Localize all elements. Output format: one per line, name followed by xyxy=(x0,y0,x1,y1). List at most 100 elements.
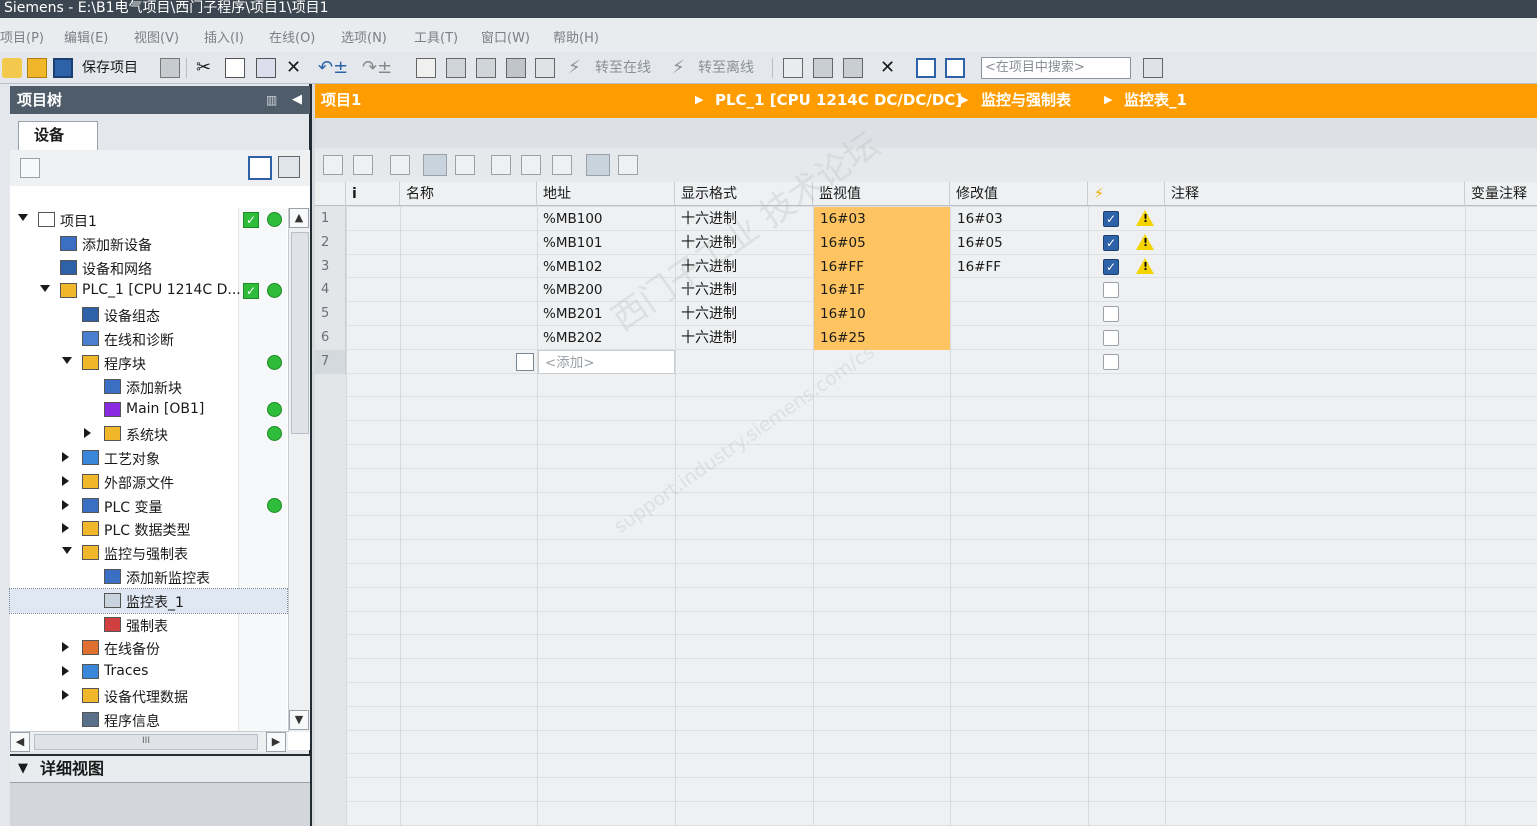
tree-horizontal-scrollbar[interactable]: ◀ III ▶ xyxy=(10,731,288,752)
address-cell[interactable]: %MB101 xyxy=(537,231,675,255)
start-cpu-icon[interactable] xyxy=(813,58,833,78)
upload-icon[interactable] xyxy=(476,58,496,78)
tree-item[interactable]: Traces xyxy=(10,660,287,684)
row-number[interactable]: 4 xyxy=(315,278,346,303)
accessible-devices-icon[interactable] xyxy=(783,58,803,78)
tree-vertical-scrollbar[interactable]: ▲ ▼ xyxy=(288,208,310,732)
tree-item[interactable]: 程序块 xyxy=(10,351,287,375)
overview-icon[interactable] xyxy=(248,156,272,180)
tree-options-icon[interactable] xyxy=(20,158,40,178)
tree-item[interactable]: 添加新设备 xyxy=(10,232,287,256)
address-cell[interactable]: %MB100 xyxy=(537,207,675,231)
monitor-trigger-icon[interactable] xyxy=(521,155,541,175)
modify-value-cell[interactable] xyxy=(951,326,1088,350)
horizontal-scroll-thumb[interactable]: III xyxy=(34,734,258,750)
chevron-down-icon[interactable]: ▼ xyxy=(18,756,28,782)
breadcrumb-watch-force[interactable]: 监控与强制表 xyxy=(981,84,1071,116)
breadcrumb-plc[interactable]: PLC_1 [CPU 1214C DC/DC/DC] xyxy=(715,84,962,116)
expand-right-icon[interactable] xyxy=(62,475,69,486)
delete-icon[interactable]: ✕ xyxy=(286,57,301,79)
row-number[interactable]: 1 xyxy=(315,207,346,231)
menu-window[interactable]: 窗口(W) xyxy=(481,27,530,46)
modify-value-cell[interactable] xyxy=(951,278,1088,302)
display-format-cell[interactable]: 十六进制 xyxy=(675,326,813,350)
modify-checkbox[interactable] xyxy=(1103,282,1119,299)
tree-item[interactable]: 外部源文件 xyxy=(10,470,287,494)
expand-right-icon[interactable] xyxy=(62,666,69,677)
modify-checkbox[interactable]: ✓ xyxy=(1103,211,1119,227)
tree-item[interactable]: 在线和诊断 xyxy=(10,327,287,351)
menu-insert[interactable]: 插入(I) xyxy=(204,27,244,46)
expand-down-icon[interactable] xyxy=(40,285,50,293)
project-search-input[interactable]: <在项目中搜索> xyxy=(981,57,1131,79)
scroll-down-icon[interactable]: ▼ xyxy=(289,710,309,730)
show-extended-icon[interactable] xyxy=(586,154,610,176)
new-project-icon[interactable] xyxy=(2,58,22,78)
display-format-cell[interactable]: 十六进制 xyxy=(675,302,813,326)
tree-item[interactable]: 添加新监控表 xyxy=(10,565,287,589)
simulation-icon[interactable] xyxy=(506,58,526,78)
open-project-icon[interactable] xyxy=(27,58,47,78)
tree-item[interactable]: 设备和网络 xyxy=(10,256,287,280)
expand-right-icon[interactable] xyxy=(62,499,69,510)
row-number[interactable]: 3 xyxy=(315,254,346,279)
stop-cpu-icon[interactable] xyxy=(843,58,863,78)
row-number[interactable]: 2 xyxy=(315,230,346,255)
force-icon[interactable] xyxy=(552,155,572,175)
modify-checkbox[interactable]: ✓ xyxy=(1103,258,1119,275)
address-cell[interactable]: %MB202 xyxy=(537,326,675,350)
insert-row-icon[interactable] xyxy=(323,155,343,175)
download-icon[interactable] xyxy=(446,58,466,78)
modify-value-cell[interactable]: 16#05 xyxy=(951,231,1088,255)
save-project-button[interactable]: 保存项目 xyxy=(82,57,138,79)
search-binoculars-icon[interactable] xyxy=(1143,58,1163,78)
modify-checkbox[interactable] xyxy=(1103,330,1119,346)
menu-options[interactable]: 选项(N) xyxy=(341,27,387,46)
tree-item[interactable]: 工艺对象 xyxy=(10,446,287,470)
copy-icon[interactable] xyxy=(225,58,245,78)
scroll-up-icon[interactable]: ▲ xyxy=(289,208,309,228)
enable-peripheral-icon[interactable] xyxy=(455,155,475,175)
go-offline-icon[interactable]: ⚡ xyxy=(672,57,685,79)
modify-value-cell[interactable]: 16#FF xyxy=(951,255,1088,279)
tree-item[interactable]: Main [OB1] xyxy=(10,398,287,422)
menu-project[interactable]: 项目(P) xyxy=(0,27,44,46)
tree-item[interactable]: 监控表_1 xyxy=(9,587,288,614)
go-online-button[interactable]: 转至在线 xyxy=(595,57,651,79)
monitor-once-icon[interactable] xyxy=(491,155,511,175)
menu-help[interactable]: 帮助(H) xyxy=(553,27,599,46)
scroll-thumb[interactable] xyxy=(291,232,309,434)
expand-right-icon[interactable] xyxy=(62,452,69,462)
expand-right-icon[interactable] xyxy=(62,523,69,534)
tree-item[interactable]: 系统块 xyxy=(10,422,287,446)
expand-down-icon[interactable] xyxy=(62,356,72,364)
tree-item[interactable]: PLC_1 [CPU 1214C D... ✓ xyxy=(10,279,287,303)
modify-trigger-icon[interactable] xyxy=(423,154,447,176)
expand-down-icon[interactable] xyxy=(62,547,72,555)
tree-item[interactable]: 监控与强制表 xyxy=(10,541,287,565)
split-vertical-icon[interactable] xyxy=(945,58,965,78)
undo-icon[interactable]: ↶± xyxy=(318,57,348,79)
refresh-tree-icon[interactable] xyxy=(278,156,300,178)
row-number[interactable]: 7 xyxy=(315,349,346,374)
modify-value-cell[interactable]: 16#03 xyxy=(951,207,1088,231)
menu-online[interactable]: 在线(O) xyxy=(269,27,315,46)
detail-view-header[interactable]: ▼ 详细视图 xyxy=(10,754,310,782)
print-icon[interactable] xyxy=(160,58,180,78)
go-offline-button[interactable]: 转至离线 xyxy=(698,57,754,79)
tab-devices[interactable]: 设备 xyxy=(18,121,98,150)
tree-item[interactable]: 设备代理数据 xyxy=(10,684,287,708)
address-picker-icon[interactable] xyxy=(516,352,534,371)
modify-value-cell[interactable] xyxy=(951,302,1088,326)
breadcrumb-watch-table[interactable]: 监控表_1 xyxy=(1124,84,1187,116)
tree-item[interactable]: 程序信息 xyxy=(10,708,287,732)
row-number[interactable]: 6 xyxy=(315,326,346,350)
cross-reference-icon[interactable]: ✕ xyxy=(880,57,895,79)
menu-edit[interactable]: 编辑(E) xyxy=(64,27,108,46)
row-number[interactable]: 5 xyxy=(315,302,346,327)
tree-item[interactable]: PLC 变量 xyxy=(10,494,287,518)
scroll-right-icon[interactable]: ▶ xyxy=(266,732,286,752)
redo-icon[interactable]: ↷± xyxy=(362,57,392,79)
split-horizontal-icon[interactable] xyxy=(916,58,936,78)
tree-item[interactable]: 添加新块 xyxy=(10,375,287,399)
